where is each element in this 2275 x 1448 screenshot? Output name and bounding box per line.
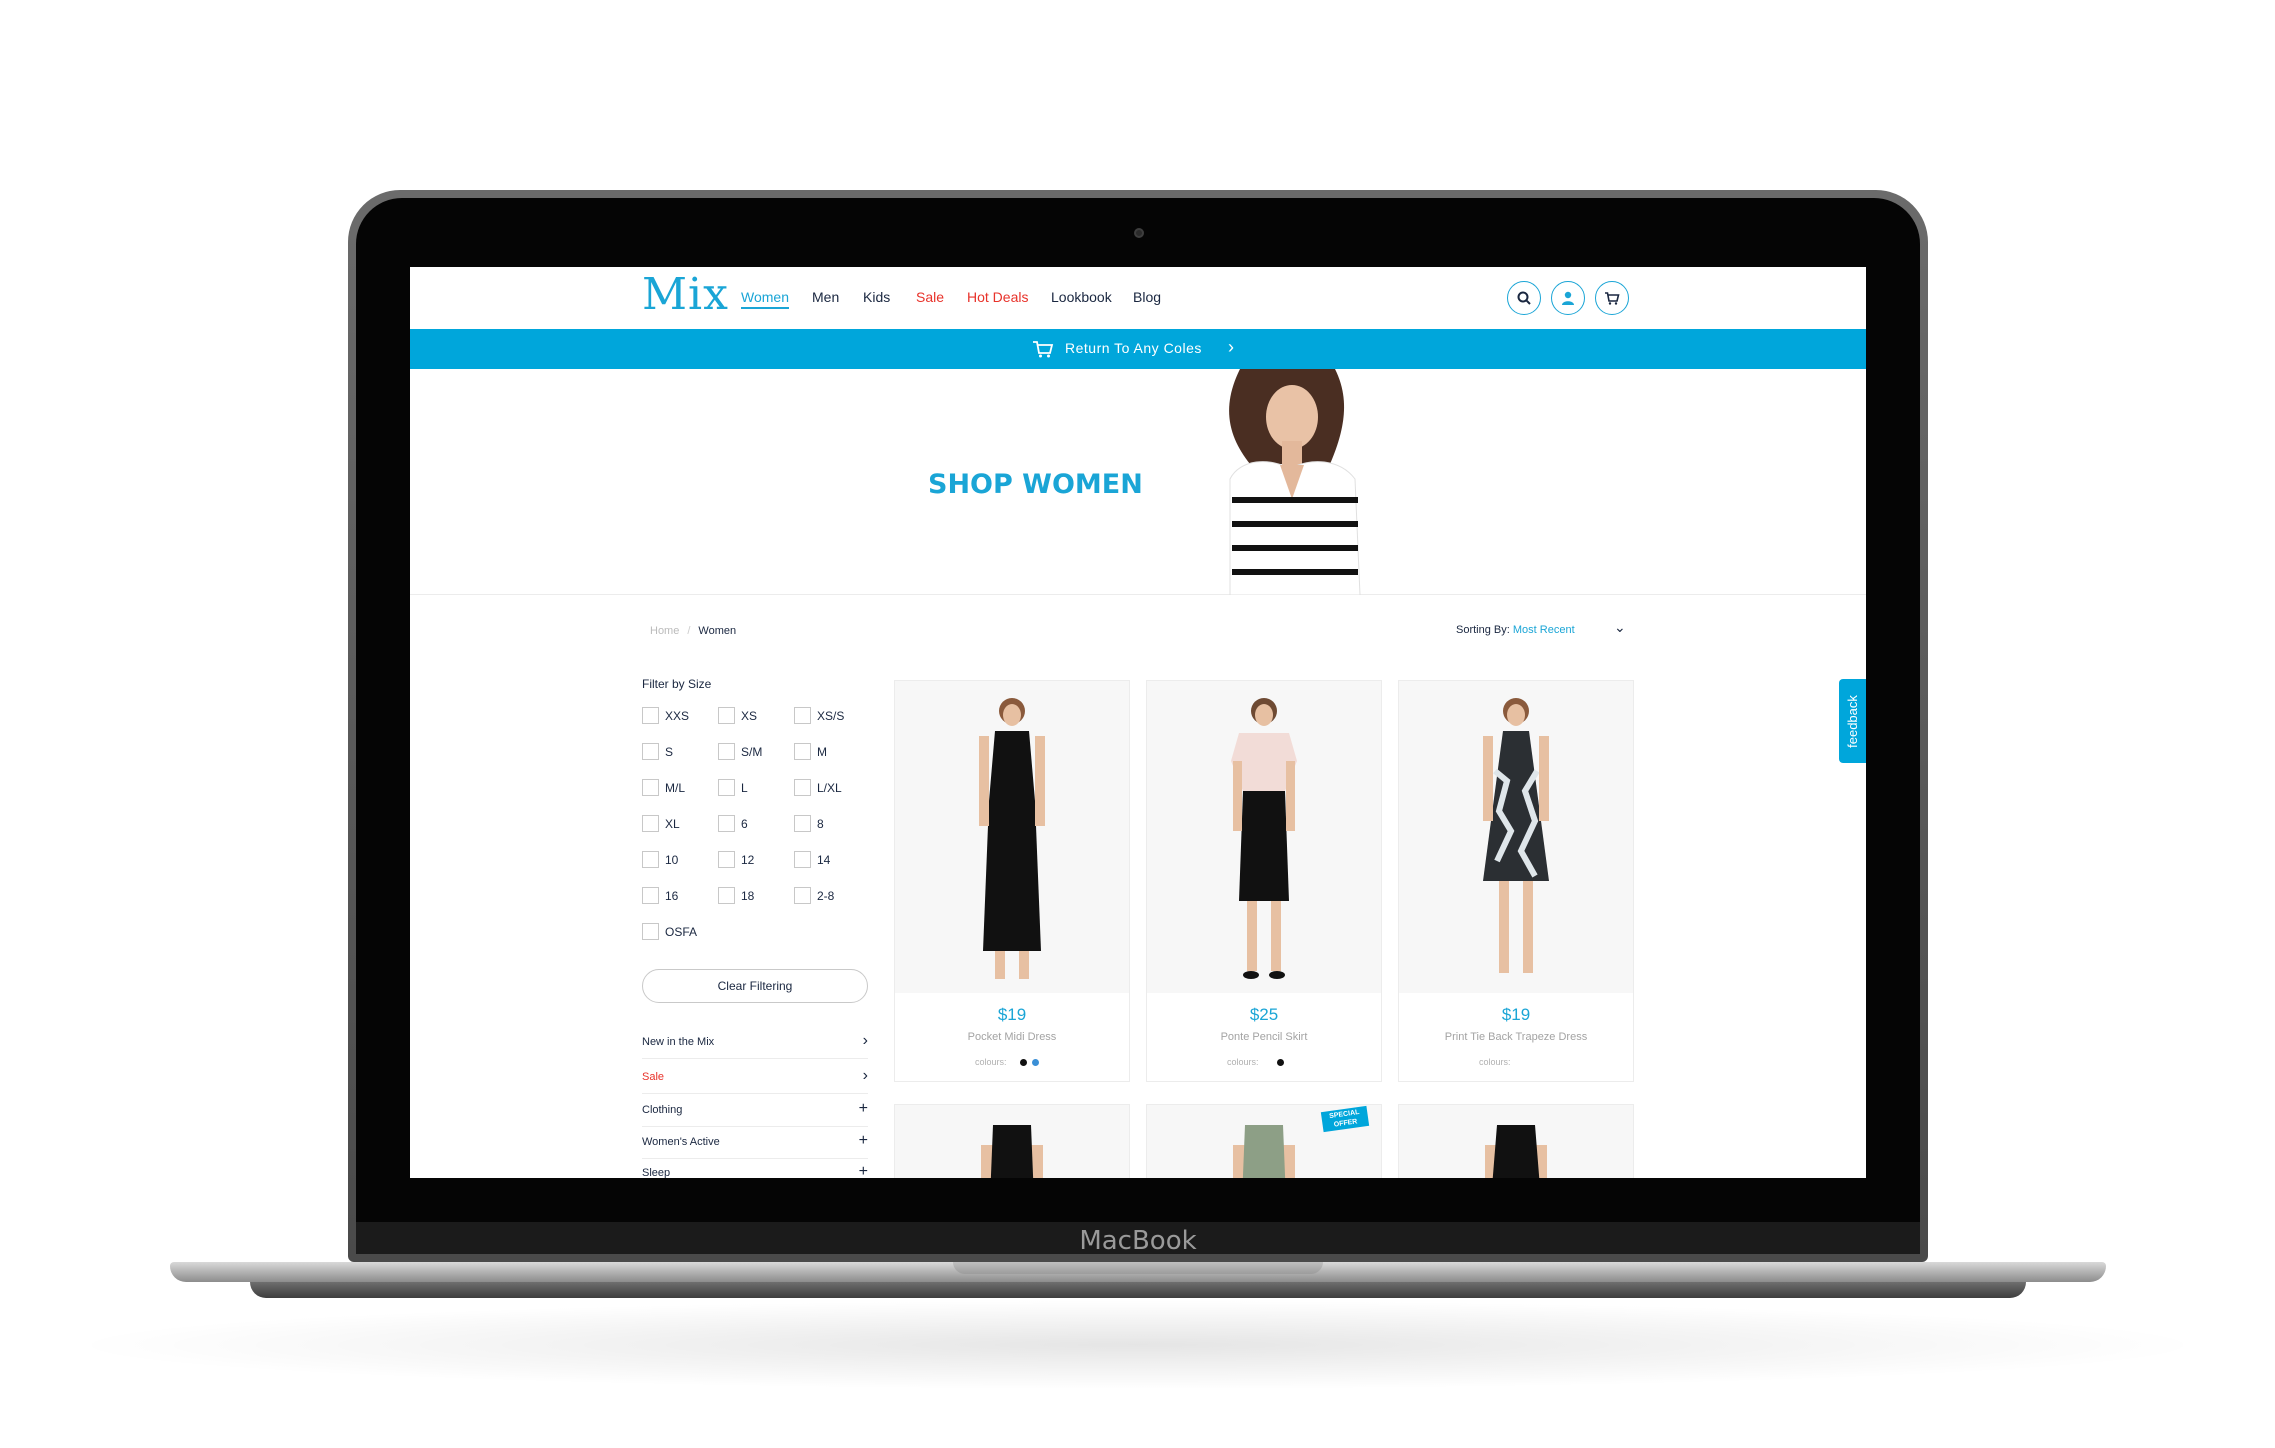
breadcrumb: Home / Women xyxy=(650,625,736,637)
hero-banner: SHOP WOMEN xyxy=(410,369,1866,595)
product-card[interactable]: $19 Print Tie Back Trapeze Dress colours… xyxy=(1398,680,1634,1082)
product-name[interactable]: Print Tie Back Trapeze Dress xyxy=(1399,1031,1633,1043)
sort-control[interactable]: Sorting By: Most Recent xyxy=(1456,624,1575,636)
product-image xyxy=(1147,681,1381,993)
size-checkbox[interactable]: 10 xyxy=(642,851,678,868)
plus-icon: + xyxy=(858,1132,868,1149)
size-checkbox[interactable]: XXS xyxy=(642,707,689,724)
macbook-device: MacBook Mix Women Men Kids Sale Hot Deal… xyxy=(0,0,2275,1448)
product-price: $19 xyxy=(1501,1005,1531,1024)
category-new-in-the-mix[interactable]: New in the Mix › xyxy=(642,1027,868,1059)
chevron-right-icon: › xyxy=(862,1032,868,1049)
category-sleep[interactable]: Sleep + xyxy=(642,1158,868,1178)
account-icon[interactable] xyxy=(1551,281,1585,315)
size-checkbox[interactable]: 14 xyxy=(794,851,830,868)
sort-label: Sorting By: xyxy=(1456,624,1510,636)
promo-text: Return To Any Coles xyxy=(1065,340,1202,356)
size-checkbox[interactable]: XS/S xyxy=(794,707,844,724)
filter-title: Filter by Size xyxy=(642,677,712,691)
breadcrumb-separator: / xyxy=(687,625,691,637)
colour-swatch[interactable] xyxy=(1277,1059,1284,1066)
hero-title: SHOP WOMEN xyxy=(928,469,1143,500)
cart-icon[interactable] xyxy=(1595,281,1629,315)
category-clothing[interactable]: Clothing + xyxy=(642,1095,868,1127)
size-checkbox[interactable]: 16 xyxy=(642,887,678,904)
product-colours-label: colours: xyxy=(1227,1057,1259,1067)
product-card[interactable]: $19 Pocket Midi Dress colours: xyxy=(894,680,1130,1082)
product-card[interactable] xyxy=(894,1104,1130,1178)
chevron-right-icon: › xyxy=(1228,337,1234,357)
feedback-label: feedback xyxy=(1845,694,1861,748)
clear-filtering-button[interactable]: Clear Filtering xyxy=(642,969,868,1003)
size-checkbox[interactable]: XS xyxy=(718,707,757,724)
product-card[interactable]: $25 Ponte Pencil Skirt colours: xyxy=(1146,680,1382,1082)
category-sale[interactable]: Sale › xyxy=(642,1062,868,1094)
sort-value[interactable]: Most Recent xyxy=(1513,624,1575,636)
size-checkbox[interactable]: OSFA xyxy=(642,923,697,940)
product-image xyxy=(895,681,1129,993)
product-colours-label: colours: xyxy=(1479,1057,1511,1067)
nav-kids[interactable]: Kids xyxy=(863,289,890,305)
device-brand-label: MacBook xyxy=(1079,1226,1197,1256)
site-header: Mix Women Men Kids Sale Hot Deals Lookbo… xyxy=(410,267,1866,329)
breadcrumb-home[interactable]: Home xyxy=(650,625,679,637)
plus-icon: + xyxy=(858,1163,868,1178)
nav-hot-deals[interactable]: Hot Deals xyxy=(967,289,1028,305)
device-shadow xyxy=(60,1300,2215,1390)
nav-blog[interactable]: Blog xyxy=(1133,289,1161,305)
hero-model-image xyxy=(1229,369,1361,595)
camera-icon xyxy=(1134,228,1144,238)
product-colours-label: colours: xyxy=(975,1057,1007,1067)
product-image xyxy=(1399,1105,1633,1178)
size-checkbox[interactable]: 6 xyxy=(718,815,748,832)
feedback-tab[interactable]: feedback xyxy=(1839,679,1866,763)
cart-icon xyxy=(1033,341,1054,358)
size-checkbox[interactable]: M/L xyxy=(642,779,685,796)
chevron-right-icon: › xyxy=(862,1067,868,1084)
product-image xyxy=(1399,681,1633,993)
promo-banner[interactable]: Return To Any Coles › xyxy=(410,329,1866,369)
size-checkbox[interactable]: XL xyxy=(642,815,680,832)
size-checkbox[interactable]: M xyxy=(794,743,827,760)
site-logo[interactable]: Mix xyxy=(642,269,729,320)
nav-sale[interactable]: Sale xyxy=(916,289,944,305)
nav-men[interactable]: Men xyxy=(812,289,839,305)
size-checkbox[interactable]: 18 xyxy=(718,887,754,904)
product-price: $25 xyxy=(1249,1005,1279,1024)
product-image xyxy=(895,1105,1129,1178)
product-card[interactable] xyxy=(1398,1104,1634,1178)
product-price: $19 xyxy=(997,1005,1027,1024)
size-checkbox[interactable]: L xyxy=(718,779,748,796)
browser-screen: Mix Women Men Kids Sale Hot Deals Lookbo… xyxy=(410,267,1866,1178)
laptop-base-foot xyxy=(250,1282,2026,1298)
colour-swatch[interactable] xyxy=(1032,1059,1039,1066)
nav-lookbook[interactable]: Lookbook xyxy=(1051,289,1112,305)
size-checkbox[interactable]: 12 xyxy=(718,851,754,868)
product-name[interactable]: Ponte Pencil Skirt xyxy=(1147,1031,1381,1043)
colour-swatch[interactable] xyxy=(1020,1059,1027,1066)
nav-women[interactable]: Women xyxy=(741,289,789,309)
category-womens-active[interactable]: Women's Active + xyxy=(642,1127,868,1159)
plus-icon: + xyxy=(858,1100,868,1117)
size-checkbox[interactable]: 8 xyxy=(794,815,824,832)
size-checkbox[interactable]: 2-8 xyxy=(794,887,834,904)
chevron-down-icon[interactable]: ⌄ xyxy=(1614,619,1626,636)
laptop-notch xyxy=(953,1262,1323,1274)
breadcrumb-current: Women xyxy=(698,625,737,637)
size-checkbox[interactable]: S/M xyxy=(718,743,762,760)
search-icon[interactable] xyxy=(1507,281,1541,315)
product-name[interactable]: Pocket Midi Dress xyxy=(895,1031,1129,1043)
size-checkbox[interactable]: S xyxy=(642,743,673,760)
size-checkbox[interactable]: L/XL xyxy=(794,779,842,796)
